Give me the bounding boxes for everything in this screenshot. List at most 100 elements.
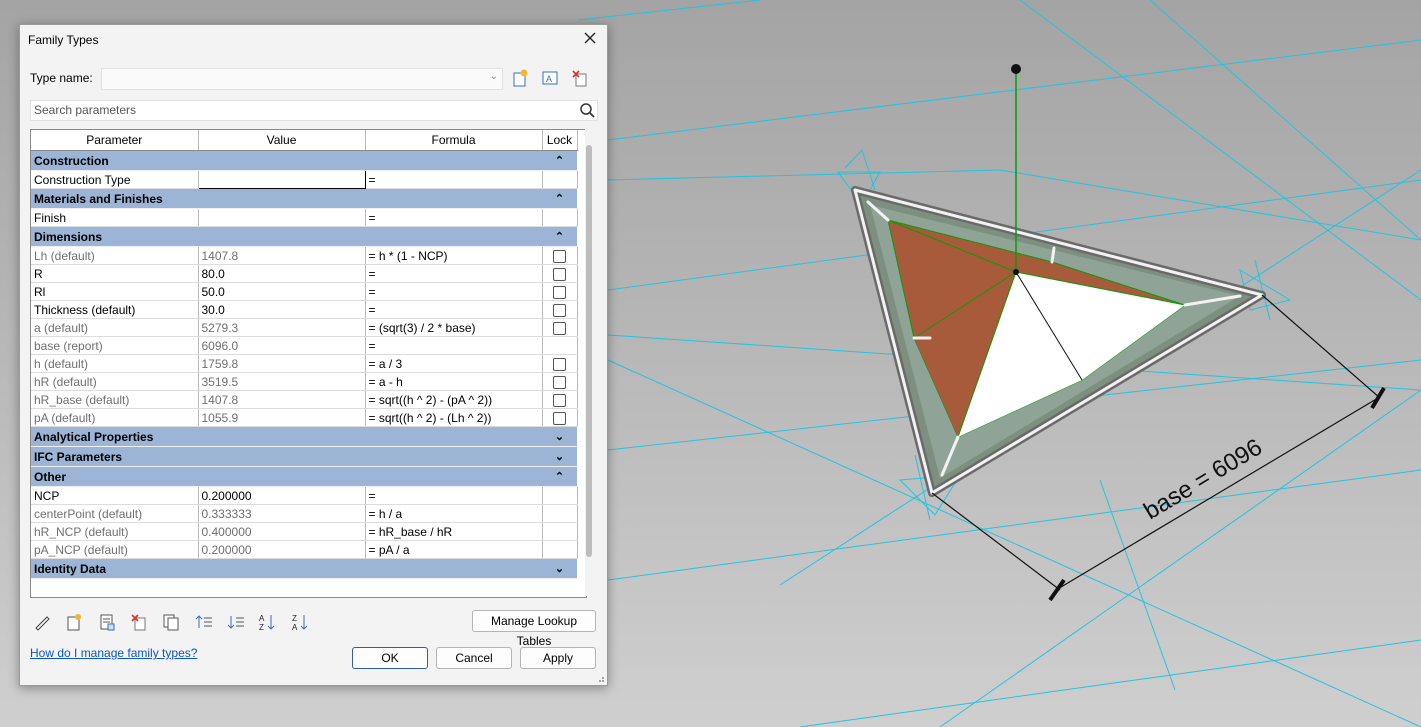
search-icon[interactable] [579, 102, 595, 118]
parameter-row[interactable]: centerPoint (default) 0.333333 = h / a [31, 504, 578, 523]
lock-checkbox[interactable] [553, 249, 566, 263]
collapse-chevron-icon[interactable]: ⌃ [542, 466, 577, 487]
move-up-button[interactable] [194, 612, 214, 632]
column-header-value[interactable]: Value [198, 130, 366, 151]
move-down-button[interactable] [226, 612, 246, 632]
parameter-row[interactable]: Finish = [31, 208, 578, 227]
parameter-value[interactable] [197, 170, 366, 189]
group-header-row[interactable]: Materials and Finishes ⌃ [31, 188, 577, 209]
cancel-button[interactable]: Cancel [436, 647, 512, 669]
group-header-row[interactable]: Dimensions ⌃ [31, 226, 577, 247]
parameter-row[interactable]: hR (default) 3519.5 = a - h [31, 372, 578, 391]
lock-checkbox[interactable] [553, 393, 566, 407]
column-header-formula[interactable]: Formula [365, 130, 543, 151]
rename-type-button[interactable]: A [540, 68, 560, 88]
parameter-formula[interactable]: = hR_base / hR [365, 522, 543, 541]
parameter-value[interactable]: 0.400000 [198, 522, 366, 541]
parameter-properties-button[interactable] [97, 612, 117, 632]
parameter-value[interactable]: 3519.5 [198, 372, 366, 391]
parameter-row[interactable]: Lh (default) 1407.8 = h * (1 - NCP) [31, 246, 578, 265]
lock-checkbox[interactable] [553, 321, 566, 335]
parameter-value[interactable]: 80.0 [198, 264, 366, 283]
parameter-value[interactable]: 1407.8 [198, 246, 366, 265]
manage-lookup-tables-button[interactable]: Manage Lookup Tables [472, 610, 596, 648]
parameter-formula[interactable]: = (sqrt(3) / 2 * base) [365, 318, 543, 337]
parameter-row[interactable]: a (default) 5279.3 = (sqrt(3) / 2 * base) [31, 318, 578, 337]
apply-button[interactable]: Apply [520, 647, 596, 669]
delete-parameter-button[interactable] [129, 612, 149, 632]
parameter-formula[interactable]: = pA / a [365, 540, 543, 559]
group-header-row[interactable]: Other ⌃ [31, 466, 577, 487]
triangle-model[interactable] [851, 64, 1266, 497]
parameter-row[interactable]: Rl 50.0 = [31, 282, 578, 301]
parameter-formula[interactable]: = [365, 300, 543, 319]
parameter-value[interactable]: 1055.9 [198, 408, 366, 427]
parameter-formula[interactable]: = [365, 336, 543, 355]
parameters-grid[interactable]: Parameter Value Formula Lock Construction ⌃ Co… [30, 129, 587, 598]
parameter-row[interactable]: Construction Type = [31, 170, 578, 189]
column-header-parameter[interactable]: Parameter [31, 130, 199, 151]
lock-checkbox[interactable] [553, 303, 566, 317]
edit-parameter-button[interactable] [32, 612, 52, 632]
parameter-row[interactable]: pA (default) 1055.9 = sqrt((h ^ 2) - (Lh ^… [31, 408, 578, 427]
parameter-row[interactable]: Thickness (default) 30.0 = [31, 300, 578, 319]
sort-descending-button[interactable]: ZA [291, 612, 311, 632]
parameter-formula[interactable]: = a / 3 [365, 354, 543, 373]
lock-checkbox[interactable] [553, 357, 566, 371]
parameter-value[interactable]: 0.200000 [198, 486, 366, 505]
collapse-chevron-icon[interactable]: ⌃ [542, 226, 577, 247]
close-button[interactable] [579, 29, 601, 51]
parameter-formula[interactable]: = h / a [365, 504, 543, 523]
expand-chevron-icon[interactable]: ⌄ [542, 426, 577, 447]
collapse-chevron-icon[interactable]: ⌃ [542, 150, 577, 171]
group-header-row[interactable]: Construction ⌃ [31, 150, 577, 171]
parameter-formula[interactable]: = a - h [365, 372, 543, 391]
sort-ascending-button[interactable]: AZ [258, 612, 278, 632]
collapse-chevron-icon[interactable]: ⌃ [542, 188, 577, 209]
type-name-select[interactable]: ⌄ [101, 68, 503, 90]
parameter-formula[interactable]: = sqrt((h ^ 2) - (Lh ^ 2)) [365, 408, 543, 427]
parameter-value[interactable]: 1407.8 [198, 390, 366, 409]
group-header-row[interactable]: Analytical Properties ⌄ [31, 426, 577, 447]
parameter-row[interactable]: h (default) 1759.8 = a / 3 [31, 354, 578, 373]
help-link[interactable]: How do I manage family types? [30, 646, 197, 660]
group-header-row[interactable]: Identity Data ⌄ [31, 558, 577, 579]
parameter-row[interactable]: base (report) 6096.0 = [31, 336, 578, 355]
parameter-row[interactable]: R 80.0 = [31, 264, 578, 283]
parameter-value[interactable]: 30.0 [198, 300, 366, 319]
parameter-formula[interactable]: = [365, 208, 543, 227]
lock-checkbox[interactable] [553, 375, 566, 389]
new-parameter-button[interactable] [64, 612, 84, 632]
parameter-formula[interactable]: = sqrt((h ^ 2) - (pA ^ 2)) [365, 390, 543, 409]
ok-button[interactable]: OK [352, 647, 428, 669]
parameter-row[interactable]: hR_NCP (default) 0.400000 = hR_base / hR [31, 522, 578, 541]
delete-type-button[interactable] [570, 68, 590, 88]
grid-scrollbar-thumb[interactable] [586, 145, 592, 557]
lock-checkbox[interactable] [553, 411, 566, 425]
lock-checkbox[interactable] [553, 285, 566, 299]
expand-chevron-icon[interactable]: ⌄ [542, 446, 577, 467]
parameter-value[interactable]: 1759.8 [198, 354, 366, 373]
parameter-formula[interactable]: = [365, 170, 543, 189]
new-type-button[interactable] [510, 68, 530, 88]
group-header-row[interactable]: IFC Parameters ⌄ [31, 446, 577, 467]
parameter-row[interactable]: pA_NCP (default) 0.200000 = pA / a [31, 540, 578, 559]
parameter-value[interactable]: 5279.3 [198, 318, 366, 337]
parameter-row[interactable]: hR_base (default) 1407.8 = sqrt((h ^ 2) - … [31, 390, 578, 409]
lock-checkbox[interactable] [553, 267, 566, 281]
search-input[interactable] [31, 101, 567, 118]
parameter-formula[interactable]: = [365, 282, 543, 301]
copy-parameter-button[interactable] [161, 612, 181, 632]
parameter-row[interactable]: NCP 0.200000 = [31, 486, 578, 505]
parameter-formula[interactable]: = h * (1 - NCP) [365, 246, 543, 265]
resize-grip-icon[interactable] [597, 675, 605, 683]
column-header-lock[interactable]: Lock [542, 130, 578, 151]
parameter-value[interactable]: 0.200000 [198, 540, 366, 559]
parameter-formula[interactable]: = [365, 486, 543, 505]
parameter-value[interactable]: 6096.0 [198, 336, 366, 355]
search-parameters-field[interactable] [30, 100, 598, 121]
expand-chevron-icon[interactable]: ⌄ [542, 558, 577, 579]
parameter-formula[interactable]: = [365, 264, 543, 283]
parameter-value[interactable]: 50.0 [198, 282, 366, 301]
parameter-value[interactable] [198, 208, 366, 227]
